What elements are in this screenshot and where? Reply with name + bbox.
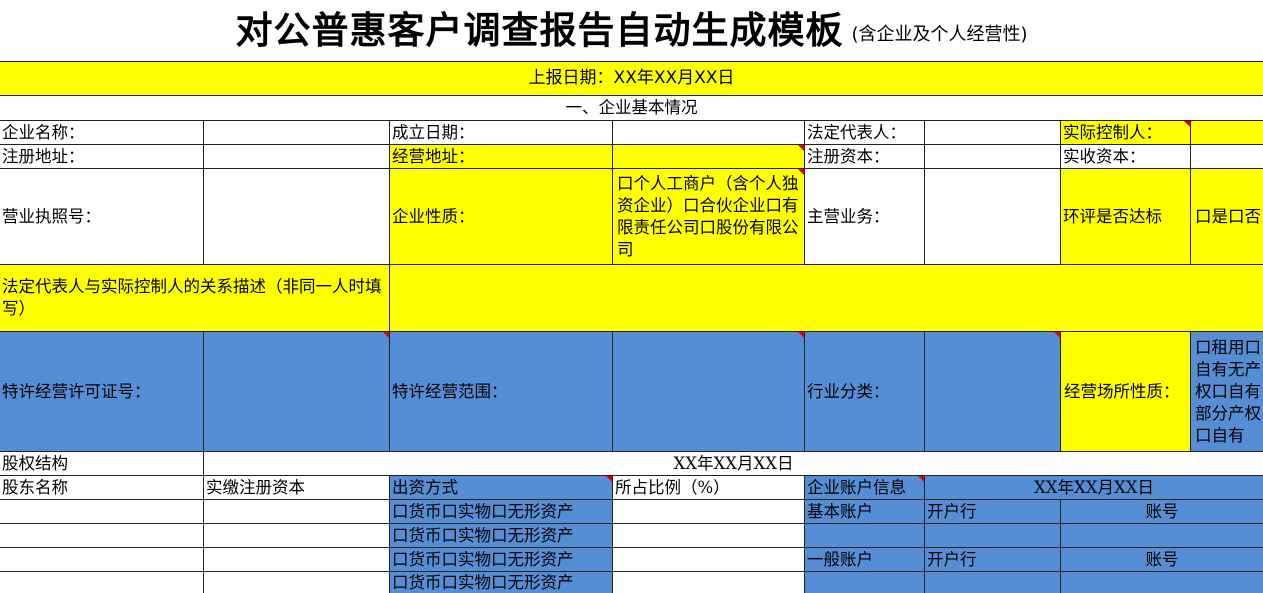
contribution-header: 出资方式 — [390, 476, 613, 500]
contribution-option[interactable]: 口货币口实物口无形资产 — [390, 524, 613, 548]
general-account-blank[interactable] — [805, 572, 925, 593]
contribution-option[interactable]: 口货币口实物口无形资产 — [390, 572, 613, 593]
basic-bank-input[interactable] — [925, 524, 1061, 548]
paid-capital-cell[interactable] — [204, 500, 390, 524]
ratio-header: 所占比例（%） — [613, 476, 805, 500]
relation-input[interactable] — [390, 265, 1263, 332]
general-number-input[interactable] — [1061, 572, 1263, 593]
paid-capital-input[interactable] — [1191, 145, 1263, 169]
page-title: 对公普惠客户调查报告自动生成模板 (含企业及个人经营性) — [0, 0, 1263, 61]
contribution-option[interactable]: 口货币口实物口无形资产 — [390, 548, 613, 572]
equity-date[interactable]: XX年XX月XX日 — [204, 452, 1263, 476]
company-name-label: 企业名称： — [0, 121, 204, 145]
paid-capital-cell[interactable] — [204, 572, 390, 593]
main-biz-input[interactable] — [925, 169, 1061, 265]
ratio-cell[interactable] — [613, 500, 805, 524]
reg-capital-input[interactable] — [925, 145, 1061, 169]
premises-options[interactable]: 口租用口自有无产权口自有部分产权口自有 — [1191, 332, 1263, 452]
license-label: 营业执照号： — [0, 169, 204, 265]
main-biz-label: 主营业务： — [805, 169, 925, 265]
contribution-option[interactable]: 口货币口实物口无形资产 — [390, 500, 613, 524]
industry-input[interactable] — [925, 332, 1061, 452]
shareholder-cell[interactable] — [0, 524, 204, 548]
nature-options[interactable]: 口个人工商户（含个人独资企业）口合伙企业口有限责任公司口股份有限公司 — [613, 169, 805, 265]
equity-label: 股权结构 — [0, 452, 204, 476]
license-input[interactable] — [204, 169, 390, 265]
basic-number-label: 账号 — [1061, 500, 1263, 524]
basic-account-blank[interactable] — [805, 524, 925, 548]
franchise-no-input[interactable] — [204, 332, 390, 452]
paid-capital-cell[interactable] — [204, 524, 390, 548]
relation-label: 法定代表人与实际控制人的关系描述（非同一人时填写） — [0, 265, 390, 332]
ratio-cell[interactable] — [613, 524, 805, 548]
reg-address-label: 注册地址： — [0, 145, 204, 169]
company-name-input[interactable] — [204, 121, 390, 145]
paid-capital-header: 实缴注册资本 — [204, 476, 390, 500]
general-bank-label: 开户行 — [925, 548, 1061, 572]
reg-address-input[interactable] — [204, 145, 390, 169]
title-sub: (含企业及个人经营性) — [851, 24, 1028, 45]
title-main: 对公普惠客户调查报告自动生成模板 — [235, 9, 844, 52]
paid-capital-cell[interactable] — [204, 548, 390, 572]
ratio-cell[interactable] — [613, 548, 805, 572]
premises-label: 经营场所性质： — [1061, 332, 1191, 452]
founded-date-label: 成立日期： — [390, 121, 613, 145]
controller-input[interactable] — [1191, 121, 1263, 145]
franchise-scope-label: 特许经营范围： — [390, 332, 613, 452]
reg-capital-label: 注册资本： — [805, 145, 925, 169]
paid-capital-label: 实收资本： — [1061, 145, 1191, 169]
controller-label: 实际控制人： — [1061, 121, 1191, 145]
biz-address-label: 经营地址： — [390, 145, 613, 169]
account-date[interactable]: XX年XX月XX日 — [925, 476, 1263, 500]
founded-date-input[interactable] — [613, 121, 805, 145]
report-date[interactable]: 上报日期：XX年XX月XX日 — [0, 61, 1263, 96]
shareholder-cell[interactable] — [0, 572, 204, 593]
general-bank-input[interactable] — [925, 572, 1061, 593]
franchise-no-label: 特许经营许可证号： — [0, 332, 204, 452]
legal-rep-label: 法定代表人： — [805, 121, 925, 145]
account-info-header: 企业账户信息 — [805, 476, 925, 500]
general-account-label: 一般账户 — [805, 548, 925, 572]
section-header: 一、企业基本情况 — [0, 96, 1263, 121]
shareholder-cell[interactable] — [0, 548, 204, 572]
env-label: 环评是否达标 — [1061, 169, 1191, 265]
ratio-cell[interactable] — [613, 572, 805, 593]
biz-address-input[interactable] — [613, 145, 805, 169]
legal-rep-input[interactable] — [925, 121, 1061, 145]
general-number-label: 账号 — [1061, 548, 1263, 572]
shareholder-cell[interactable] — [0, 500, 204, 524]
basic-account-label: 基本账户 — [805, 500, 925, 524]
shareholder-header: 股东名称 — [0, 476, 204, 500]
env-options[interactable]: 口是口否 — [1191, 169, 1263, 265]
franchise-scope-input[interactable] — [613, 332, 805, 452]
nature-label: 企业性质： — [390, 169, 613, 265]
basic-number-input[interactable] — [1061, 524, 1263, 548]
industry-label: 行业分类： — [805, 332, 925, 452]
basic-bank-label: 开户行 — [925, 500, 1061, 524]
